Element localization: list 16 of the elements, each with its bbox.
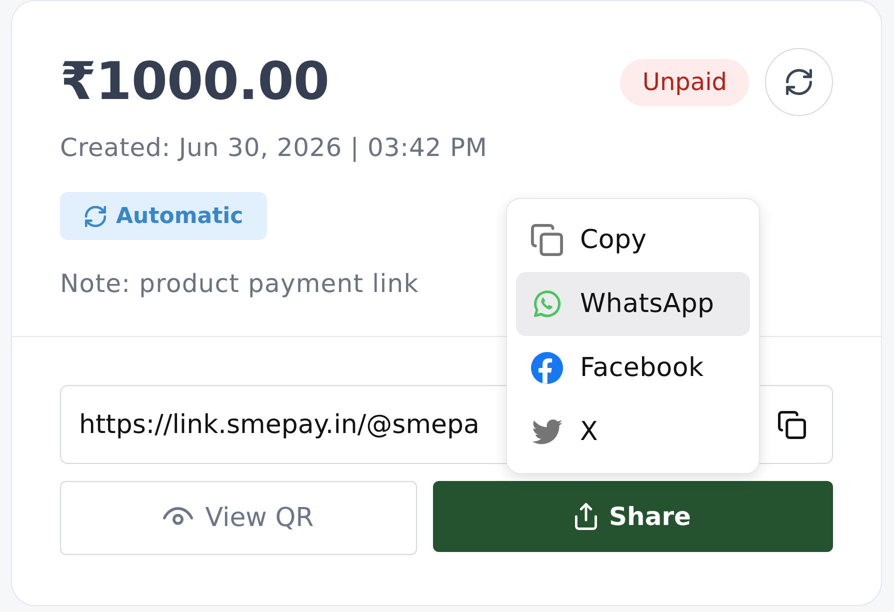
refresh-icon	[786, 69, 812, 95]
note-text: Note: product payment link	[60, 269, 419, 299]
whatsapp-icon	[531, 288, 563, 320]
share-button[interactable]: Share	[433, 481, 833, 552]
copy-icon	[531, 224, 563, 256]
share-menu-item[interactable]: WhatsApp	[516, 272, 750, 336]
mode-label: Automatic	[116, 204, 244, 228]
created-date-text: Created: Jun 30, 2026 | 03:42 PM	[60, 134, 488, 162]
refresh-icon	[85, 206, 106, 226]
view-qr-button[interactable]: View QR	[60, 481, 417, 555]
copy-icon[interactable]	[778, 410, 806, 438]
link-url-text: https://link.smepay.in/@smepa	[79, 410, 480, 440]
payment-amount: ₹1000.00	[60, 56, 330, 108]
facebook-icon	[531, 352, 563, 384]
status-badge: Unpaid	[620, 58, 749, 106]
upload-icon	[575, 503, 598, 530]
